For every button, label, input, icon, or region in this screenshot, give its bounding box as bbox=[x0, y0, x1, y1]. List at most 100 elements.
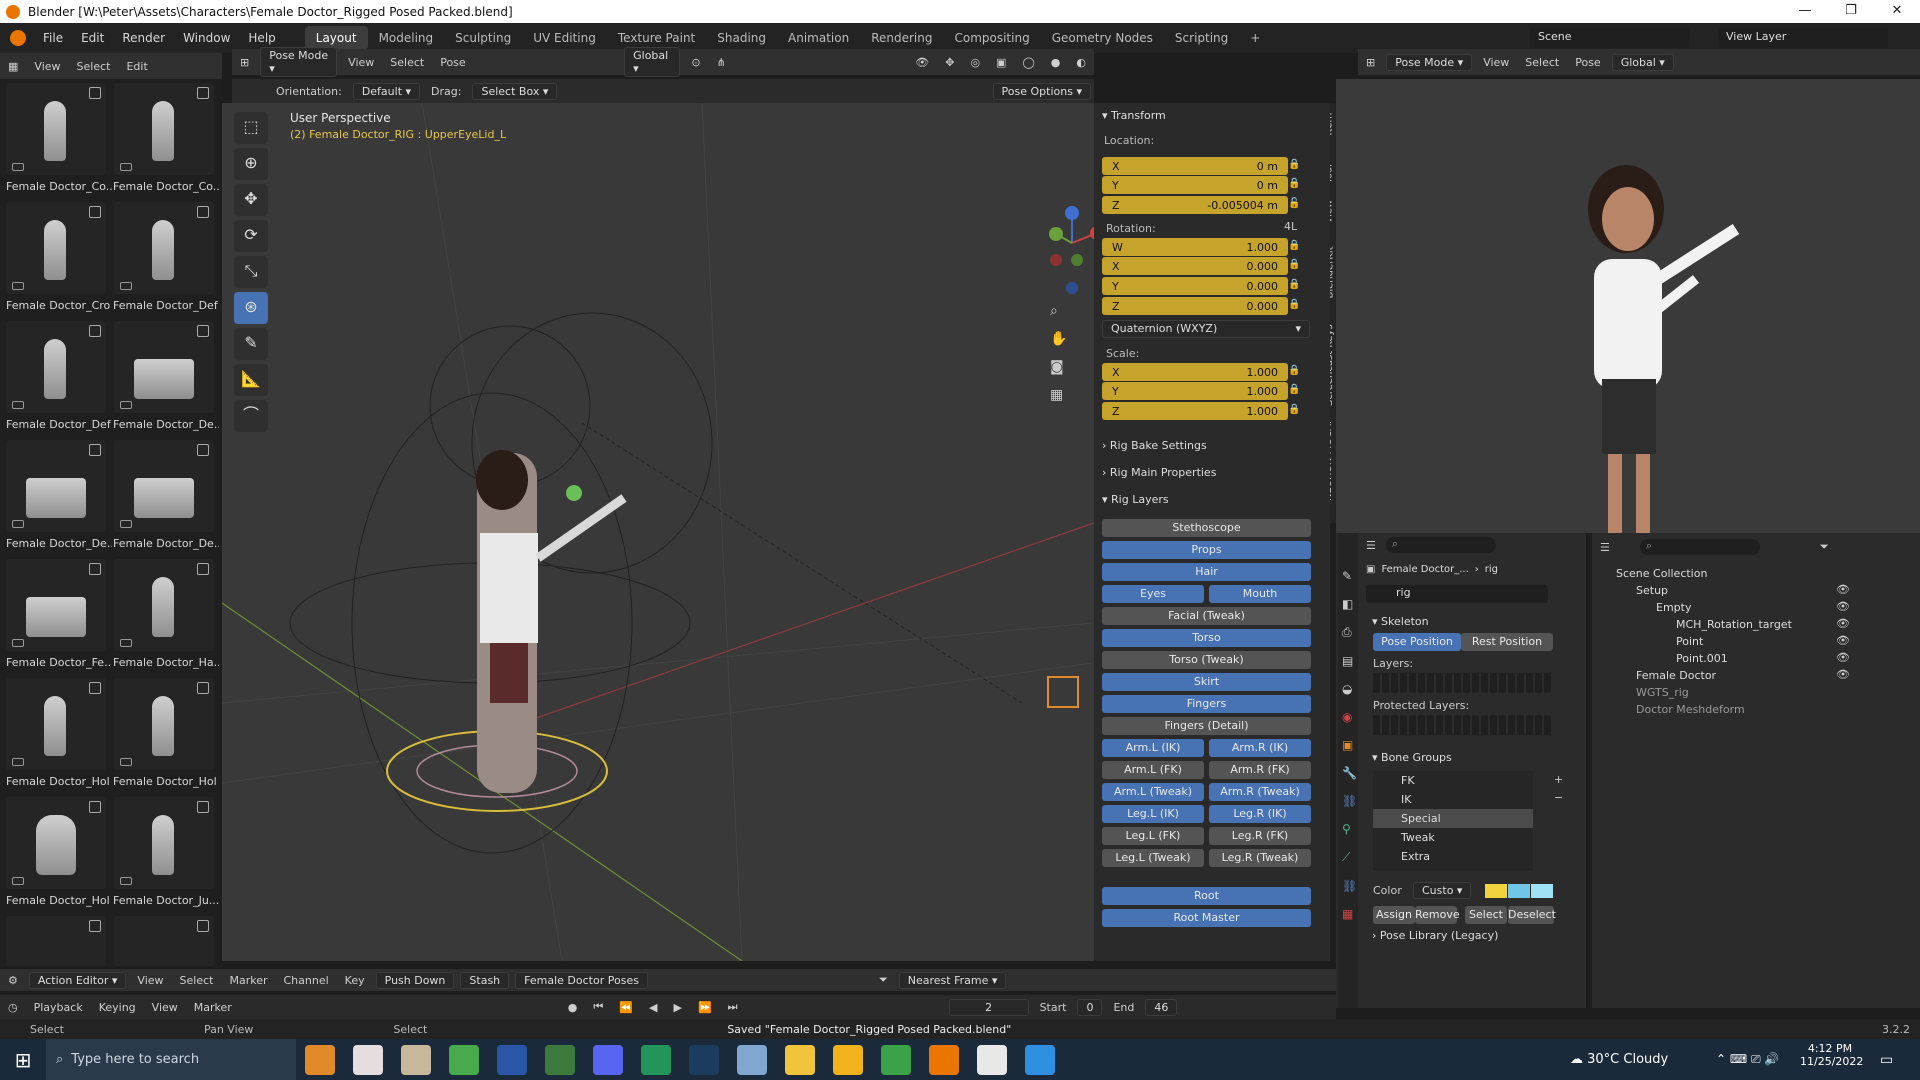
push-down-button[interactable]: Push Down bbox=[375, 971, 455, 989]
tray-icons[interactable]: ⌃ ⌨ ⎚ 🔊 bbox=[1716, 1052, 1779, 1067]
drag-dropdown[interactable]: Select Box ▾ bbox=[472, 82, 558, 100]
rig-layer-leg-l-ik-button[interactable]: Leg.L (IK) bbox=[1102, 805, 1204, 823]
workspace-tab-rendering[interactable]: Rendering bbox=[860, 26, 943, 50]
lock-icon[interactable]: 🔒 bbox=[1288, 279, 1300, 291]
scene-selector[interactable]: Scene bbox=[1530, 28, 1690, 48]
deselect-button[interactable]: Deselect bbox=[1508, 906, 1556, 924]
taskbar-app-icon[interactable] bbox=[401, 1044, 431, 1075]
bone-props-icon[interactable]: ⟋ bbox=[1342, 850, 1354, 865]
outliner-row[interactable]: Female Doctor bbox=[1600, 666, 1910, 684]
outliner-row[interactable]: Scene Collection bbox=[1600, 564, 1910, 582]
rig-layer-root-button[interactable]: Root bbox=[1102, 887, 1311, 905]
clock[interactable]: 4:12 PM 11/25/2022 bbox=[1800, 1042, 1863, 1068]
camera-viewport[interactable] bbox=[1336, 79, 1920, 554]
add-workspace-button[interactable]: + bbox=[1239, 26, 1271, 50]
rig-layer-fingers-detail-button[interactable]: Fingers (Detail) bbox=[1102, 717, 1311, 735]
menu-render[interactable]: Render bbox=[113, 31, 174, 45]
pan-hand-icon[interactable]: ✋ bbox=[1050, 331, 1067, 347]
play-icon[interactable]: ▶ bbox=[665, 999, 689, 1016]
select-box-tool-icon[interactable]: ⬚ bbox=[234, 112, 268, 144]
minimize-button[interactable]: — bbox=[1782, 0, 1828, 23]
rotation-z-field[interactable]: Z 0.000 bbox=[1102, 297, 1288, 315]
asset-thumbnail[interactable] bbox=[6, 83, 106, 175]
rig-main-panel-header[interactable]: › Rig Main Properties bbox=[1094, 462, 1224, 483]
asset-thumbnail[interactable] bbox=[114, 916, 214, 966]
render-props-icon[interactable]: ◧ bbox=[1342, 597, 1354, 611]
interaction-mode-dropdown[interactable]: Pose Mode ▾ bbox=[260, 47, 338, 77]
taskbar-app-icon[interactable] bbox=[1025, 1044, 1055, 1075]
shading-wireframe-icon[interactable]: ◯ bbox=[1014, 54, 1042, 71]
eye-visibility-icon[interactable]: 👁 bbox=[1836, 651, 1850, 664]
rig-layer-hair-button[interactable]: Hair bbox=[1102, 563, 1311, 581]
rig-bake-panel-header[interactable]: › Rig Bake Settings bbox=[1094, 435, 1215, 456]
rig-layer-mouth-button[interactable]: Mouth bbox=[1209, 585, 1311, 603]
outliner-row[interactable]: Point.001 bbox=[1600, 649, 1910, 667]
snap-mode-dropdown[interactable]: Nearest Frame ▾ bbox=[898, 971, 1007, 989]
menu-file[interactable]: File bbox=[34, 31, 72, 45]
lock-icon[interactable]: 🔒 bbox=[1288, 159, 1300, 171]
modifier-props-icon[interactable]: 🔧 bbox=[1342, 766, 1357, 780]
taskbar-app-icon[interactable] bbox=[593, 1044, 623, 1075]
rig-layer-skirt-button[interactable]: Skirt bbox=[1102, 673, 1311, 691]
asset-thumbnail[interactable] bbox=[6, 321, 106, 413]
camera-menu-select[interactable]: Select bbox=[1517, 54, 1567, 71]
output-props-icon[interactable]: ⎙ bbox=[1342, 625, 1354, 640]
maximize-button[interactable]: ❐ bbox=[1828, 0, 1874, 23]
gizmo-icon[interactable]: ✥ bbox=[937, 54, 962, 71]
taskbar-app-icon[interactable] bbox=[305, 1044, 335, 1075]
workspace-tab-shading[interactable]: Shading bbox=[706, 26, 777, 50]
shading-solid-icon[interactable]: ● bbox=[1043, 54, 1069, 71]
assign-button[interactable]: Assign bbox=[1373, 906, 1415, 924]
workspace-tab-compositing[interactable]: Compositing bbox=[943, 26, 1040, 50]
eye-visibility-icon[interactable]: 👁 bbox=[1836, 600, 1850, 613]
bone-group-item[interactable]: Extra bbox=[1373, 847, 1533, 866]
taskbar-app-icon[interactable] bbox=[833, 1044, 863, 1075]
view-layer-props-icon[interactable]: ▤ bbox=[1342, 654, 1354, 668]
pose-position-button[interactable]: Pose Position bbox=[1373, 633, 1461, 651]
eye-visibility-icon[interactable]: 👁 bbox=[1836, 583, 1850, 596]
dopesheet-mode-dropdown[interactable]: Action Editor ▾ bbox=[28, 971, 127, 989]
editor-type-icon[interactable]: ⊞ bbox=[232, 54, 257, 71]
ortho-toggle-icon[interactable]: ▦ bbox=[1050, 387, 1063, 403]
start-frame-field[interactable]: 0 bbox=[1077, 998, 1103, 1016]
camera-view-icon[interactable]: ◙ bbox=[1050, 359, 1064, 375]
camera-menu-pose[interactable]: Pose bbox=[1567, 54, 1608, 71]
scale-tool-icon[interactable]: ⤡ bbox=[234, 256, 268, 288]
color-swatch-select[interactable] bbox=[1508, 884, 1530, 898]
color-swatch-active[interactable] bbox=[1531, 884, 1553, 898]
bone-group-item[interactable]: Tweak bbox=[1373, 828, 1533, 847]
rig-layer-arm-l-tweak-button[interactable]: Arm.L (Tweak) bbox=[1102, 783, 1204, 801]
taskbar-app-icon[interactable] bbox=[881, 1044, 911, 1075]
transform-panel-header[interactable]: ▾ Transform bbox=[1094, 103, 1330, 126]
rig-layer-fingers-button[interactable]: Fingers bbox=[1102, 695, 1311, 713]
breadcrumb-data[interactable]: rig bbox=[1485, 564, 1498, 575]
filter-icon[interactable]: ⏷ bbox=[871, 971, 896, 989]
viewport-menu-view[interactable]: View bbox=[340, 54, 382, 71]
rotation-x-field[interactable]: X 0.000 bbox=[1102, 257, 1288, 275]
location-z-field[interactable]: Z -0.005004 m bbox=[1102, 196, 1288, 214]
taskbar-app-icon[interactable] bbox=[353, 1044, 383, 1075]
action-menu-marker[interactable]: Marker bbox=[221, 972, 275, 989]
rotation-w-field[interactable]: W 1.000 bbox=[1102, 238, 1288, 256]
menu-edit[interactable]: Edit bbox=[72, 31, 113, 45]
pose-library-panel-header[interactable]: › Pose Library (Legacy) bbox=[1364, 925, 1506, 946]
rotation-y-field[interactable]: Y 0.000 bbox=[1102, 277, 1288, 295]
location-x-field[interactable]: X0 m bbox=[1102, 157, 1288, 175]
action-menu-view[interactable]: View bbox=[129, 972, 171, 989]
current-frame-field[interactable]: 2 bbox=[948, 998, 1029, 1016]
editor-type-icon[interactable]: ▦ bbox=[0, 58, 26, 75]
eye-visibility-icon[interactable]: 👁 bbox=[1836, 668, 1850, 681]
armature-props-icon[interactable]: ⚲ bbox=[1342, 822, 1354, 836]
annotate-tool-icon[interactable]: ✎ bbox=[234, 328, 268, 360]
rig-layer-leg-l-fk-button[interactable]: Leg.L (FK) bbox=[1102, 827, 1204, 845]
notification-icon[interactable]: ▭ bbox=[1880, 1052, 1893, 1068]
taskbar-app-icon[interactable] bbox=[545, 1044, 575, 1075]
rig-layer-arm-r-ik-button[interactable]: Arm.R (IK) bbox=[1209, 739, 1311, 757]
outliner-editor-icon[interactable]: ☰ bbox=[1600, 541, 1610, 554]
blender-menu-icon[interactable] bbox=[10, 30, 26, 46]
xray-icon[interactable]: ▣ bbox=[988, 54, 1014, 71]
end-frame-field[interactable]: 46 bbox=[1145, 998, 1178, 1016]
rig-layer-root-master-button[interactable]: Root Master bbox=[1102, 909, 1311, 927]
remove-button[interactable]: Remove bbox=[1415, 906, 1460, 924]
jump-keyframe-back-icon[interactable]: ⏪ bbox=[611, 999, 641, 1016]
